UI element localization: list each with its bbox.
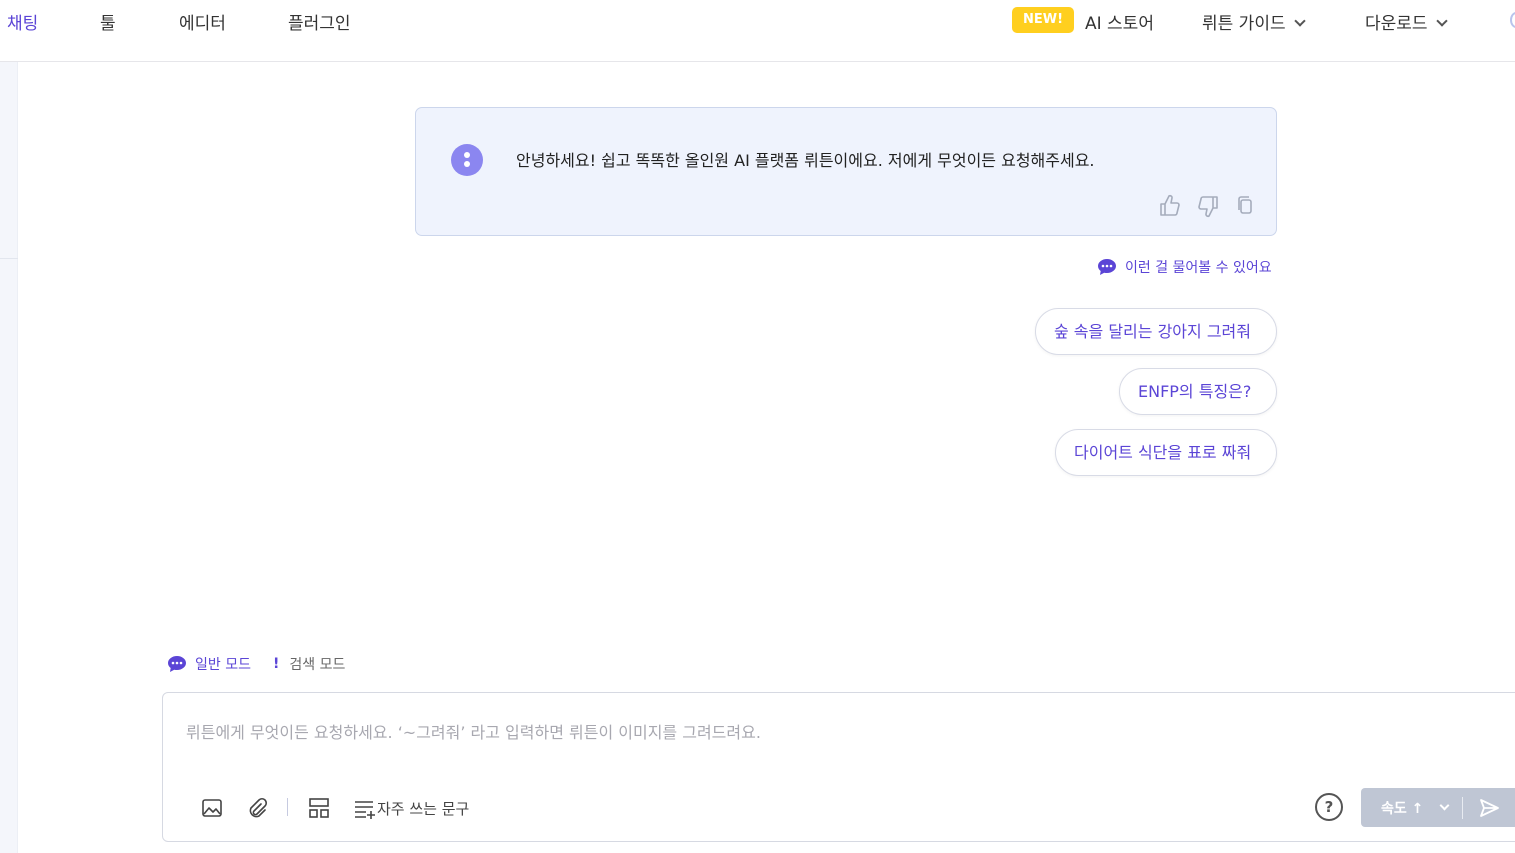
suggestions-heading: 이런 걸 물어볼 수 있어요 — [1097, 257, 1272, 277]
chat-input-placeholder[interactable]: 뤼튼에게 무엇이든 요청하세요. ‘~그려줘’ 라고 입력하면 뤼튼이 이미지를… — [186, 719, 761, 743]
profile-avatar[interactable] — [1510, 12, 1515, 28]
list-add-icon[interactable] — [353, 797, 377, 819]
mode-search[interactable]: 검색 모드 — [289, 654, 345, 674]
suggestions-heading-text: 이런 걸 물어볼 수 있어요 — [1125, 260, 1272, 276]
bot-message-card: 안녕하세요! 쉽고 똑똑한 올인원 AI 플랫폼 뤼튼이에요. 저에게 무엇이든… — [415, 107, 1277, 236]
thumbs-up-icon[interactable] — [1158, 194, 1182, 218]
suggestion-chip-enfp[interactable]: ENFP의 특징은? — [1119, 368, 1277, 415]
nav-tab-plugins[interactable]: 플러그인 — [288, 9, 351, 34]
mode-general-label: 일반 모드 — [195, 657, 251, 673]
suggestion-chip-dog[interactable]: 숲 속을 달리는 강아지 그려줘 — [1035, 308, 1277, 355]
sidebar-collapsed — [0, 62, 18, 853]
nav-tab-editor[interactable]: 에디터 — [179, 9, 226, 34]
help-icon[interactable]: ? — [1315, 793, 1343, 821]
layout-icon[interactable] — [308, 797, 330, 819]
frequent-phrases-label[interactable]: 자주 쓰는 문구 — [377, 798, 469, 819]
chevron-down-icon[interactable] — [1439, 800, 1450, 811]
speed-label: 속도 ↑ — [1381, 801, 1424, 817]
sidebar-divider — [0, 258, 18, 259]
mode-selector: 일반 모드 ! 검색 모드 — [167, 654, 345, 674]
nav-download-label: 다운로드 — [1365, 14, 1428, 34]
toolbar-separator — [287, 798, 288, 816]
chevron-down-icon — [1293, 15, 1306, 27]
nav-guide-label: 뤼튼 가이드 — [1202, 14, 1286, 34]
new-badge: NEW! — [1012, 7, 1074, 33]
speed-selector[interactable]: 속도 ↑ — [1361, 788, 1515, 827]
chevron-down-icon — [1435, 15, 1448, 27]
bot-avatar — [451, 144, 483, 176]
speed-separator — [1462, 797, 1463, 819]
send-icon[interactable] — [1478, 797, 1500, 819]
feedback-actions — [1158, 194, 1256, 218]
chat-input-box[interactable]: 뤼튼에게 무엇이든 요청하세요. ‘~그려줘’ 라고 입력하면 뤼튼이 이미지를… — [162, 692, 1515, 842]
nav-guide-dropdown[interactable]: 뤼튼 가이드 — [1202, 9, 1306, 34]
copy-icon[interactable] — [1234, 194, 1256, 218]
nav-ai-store[interactable]: AI 스토어 — [1085, 9, 1154, 34]
suggestion-chip-diet[interactable]: 다이어트 식단을 표로 짜줘 — [1055, 429, 1277, 476]
nav-download-dropdown[interactable]: 다운로드 — [1365, 9, 1448, 34]
thumbs-down-icon[interactable] — [1196, 194, 1220, 218]
nav-tab-tools[interactable]: 툴 — [100, 9, 116, 34]
chat-bubble-icon — [1098, 259, 1116, 275]
top-navigation: 채팅 툴 에디터 플러그인 NEW! AI 스토어 뤼튼 가이드 다운로드 — [0, 0, 1515, 62]
chat-bubble-icon — [168, 656, 186, 672]
mode-separator: ! — [272, 656, 280, 672]
nav-tab-chat[interactable]: 채팅 — [7, 9, 38, 34]
mode-general[interactable]: 일반 모드 — [167, 654, 251, 674]
image-icon[interactable] — [201, 797, 223, 819]
bot-message-text: 안녕하세요! 쉽고 똑똑한 올인원 AI 플랫폼 뤼튼이에요. 저에게 무엇이든… — [516, 151, 1095, 170]
paperclip-icon[interactable] — [246, 797, 268, 819]
